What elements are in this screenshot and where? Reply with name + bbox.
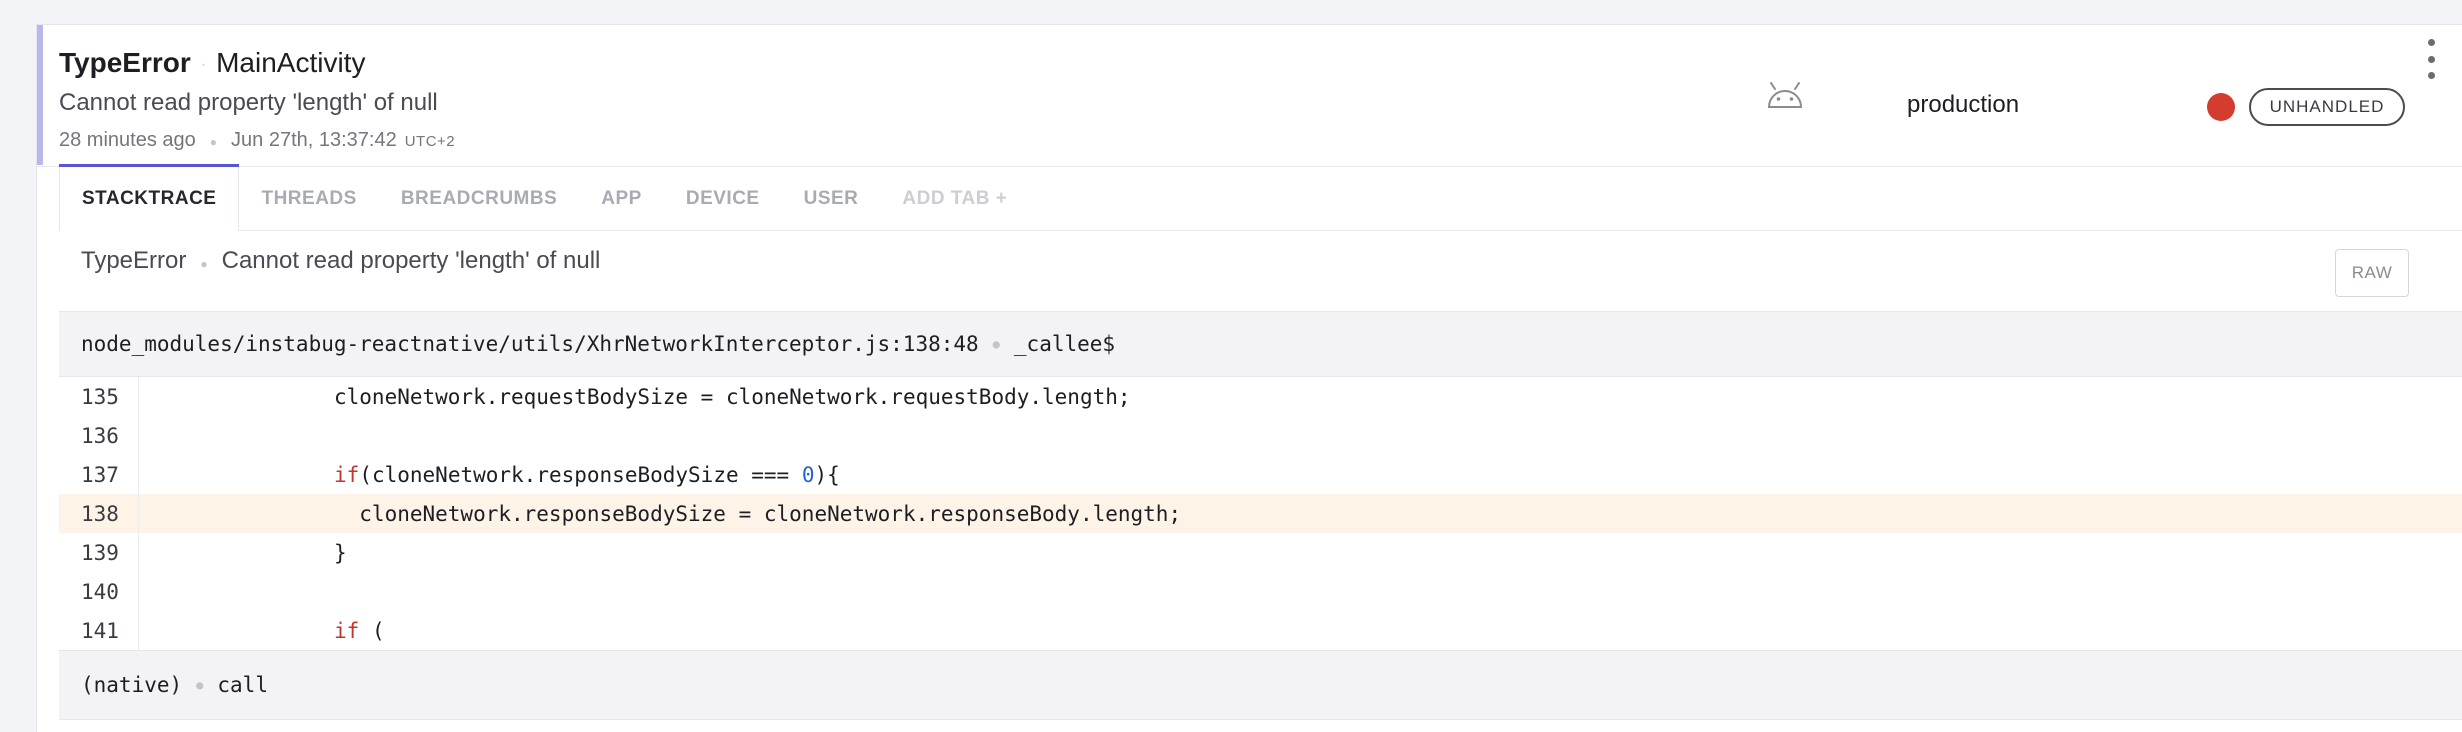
line-text: cloneNetwork.responseBodySize = cloneNet… [157,501,1182,526]
unhandled-badge: UNHANDLED [2249,88,2405,126]
android-icon [1767,82,1803,108]
add-tab-button[interactable]: ADD TAB + [880,167,1029,231]
exception-type: TypeError [81,247,187,274]
line-number: 137 [59,455,139,494]
meta-row: 28 minutes ago ● Jun 27th, 13:37:42 UTC+… [59,129,455,152]
line-text: if(cloneNetwork.responseBodySize === 0){ [334,462,840,487]
frame-file: node_modules/instabug-reactnative/utils/… [81,332,979,356]
separator-dot: ● [200,257,208,271]
code-line: 135 cloneNetwork.requestBodySize = clone… [59,377,2462,416]
separator-dot: · [200,56,207,73]
code-line: 137 if(cloneNetwork.responseBodySize ===… [59,455,2462,494]
tab-device[interactable]: DEVICE [664,167,782,231]
frame-method: call [217,673,268,697]
frame-method: _callee$ [1013,332,1116,356]
raw-button[interactable]: RAW [2335,249,2409,297]
tab-bar: STACKTRACE THREADS BREADCRUMBS APP DEVIC… [59,164,2462,231]
code-line: 140 [59,572,2462,611]
line-text: } [157,540,347,565]
frame-file: (native) [81,673,183,697]
timestamp: Jun 27th, 13:37:42 [231,129,397,151]
line-text: if ( [334,618,385,643]
severity-indicator [2207,93,2235,121]
tab-user[interactable]: USER [782,167,881,231]
exception-summary: TypeError ● Cannot read property 'length… [81,247,600,275]
code-snippet: 135 cloneNetwork.requestBodySize = clone… [59,377,2462,650]
highlighted-code-line: 138 cloneNetwork.responseBodySize = clon… [59,494,2462,533]
error-type: TypeError [59,47,191,78]
tab-stacktrace[interactable]: STACKTRACE [59,164,240,231]
timezone: UTC+2 [404,133,456,150]
error-header: TypeError · MainActivity Cannot read pro… [37,25,2462,167]
activity-name[interactable]: MainActivity [216,47,365,79]
code-line: 141 if ( [59,611,2462,650]
line-number: 136 [59,416,139,455]
code-line: 136 [59,416,2462,455]
line-number: 138 [59,494,139,533]
environment-label: production [1907,91,2020,118]
line-number: 141 [59,611,139,650]
line-number: 139 [59,533,139,572]
relative-time[interactable]: 28 minutes ago [59,129,196,152]
tab-threads[interactable]: THREADS [239,167,378,231]
stack-frame-header[interactable]: (native) ● call [59,650,2462,720]
line-text: cloneNetwork.requestBodySize = cloneNetw… [157,384,1131,409]
error-message: Cannot read property 'length' of null [59,89,438,116]
tab-breadcrumbs[interactable]: BREADCRUMBS [379,167,579,231]
code-line: 139 } [59,533,2462,572]
top-strip [0,0,2462,24]
tab-app[interactable]: APP [579,167,664,231]
separator-dot: ● [196,678,204,692]
separator-dot: ● [209,135,218,149]
line-number: 140 [59,572,139,611]
kebab-menu-icon[interactable] [2425,39,2437,79]
exception-message: Cannot read property 'length' of null [221,247,601,274]
title-row: TypeError · MainActivity [59,47,365,87]
separator-dot: ● [992,337,1000,351]
error-card: TypeError · MainActivity Cannot read pro… [36,24,2462,732]
line-number: 135 [59,377,139,416]
stack-frame-header[interactable]: node_modules/instabug-reactnative/utils/… [59,311,2462,377]
